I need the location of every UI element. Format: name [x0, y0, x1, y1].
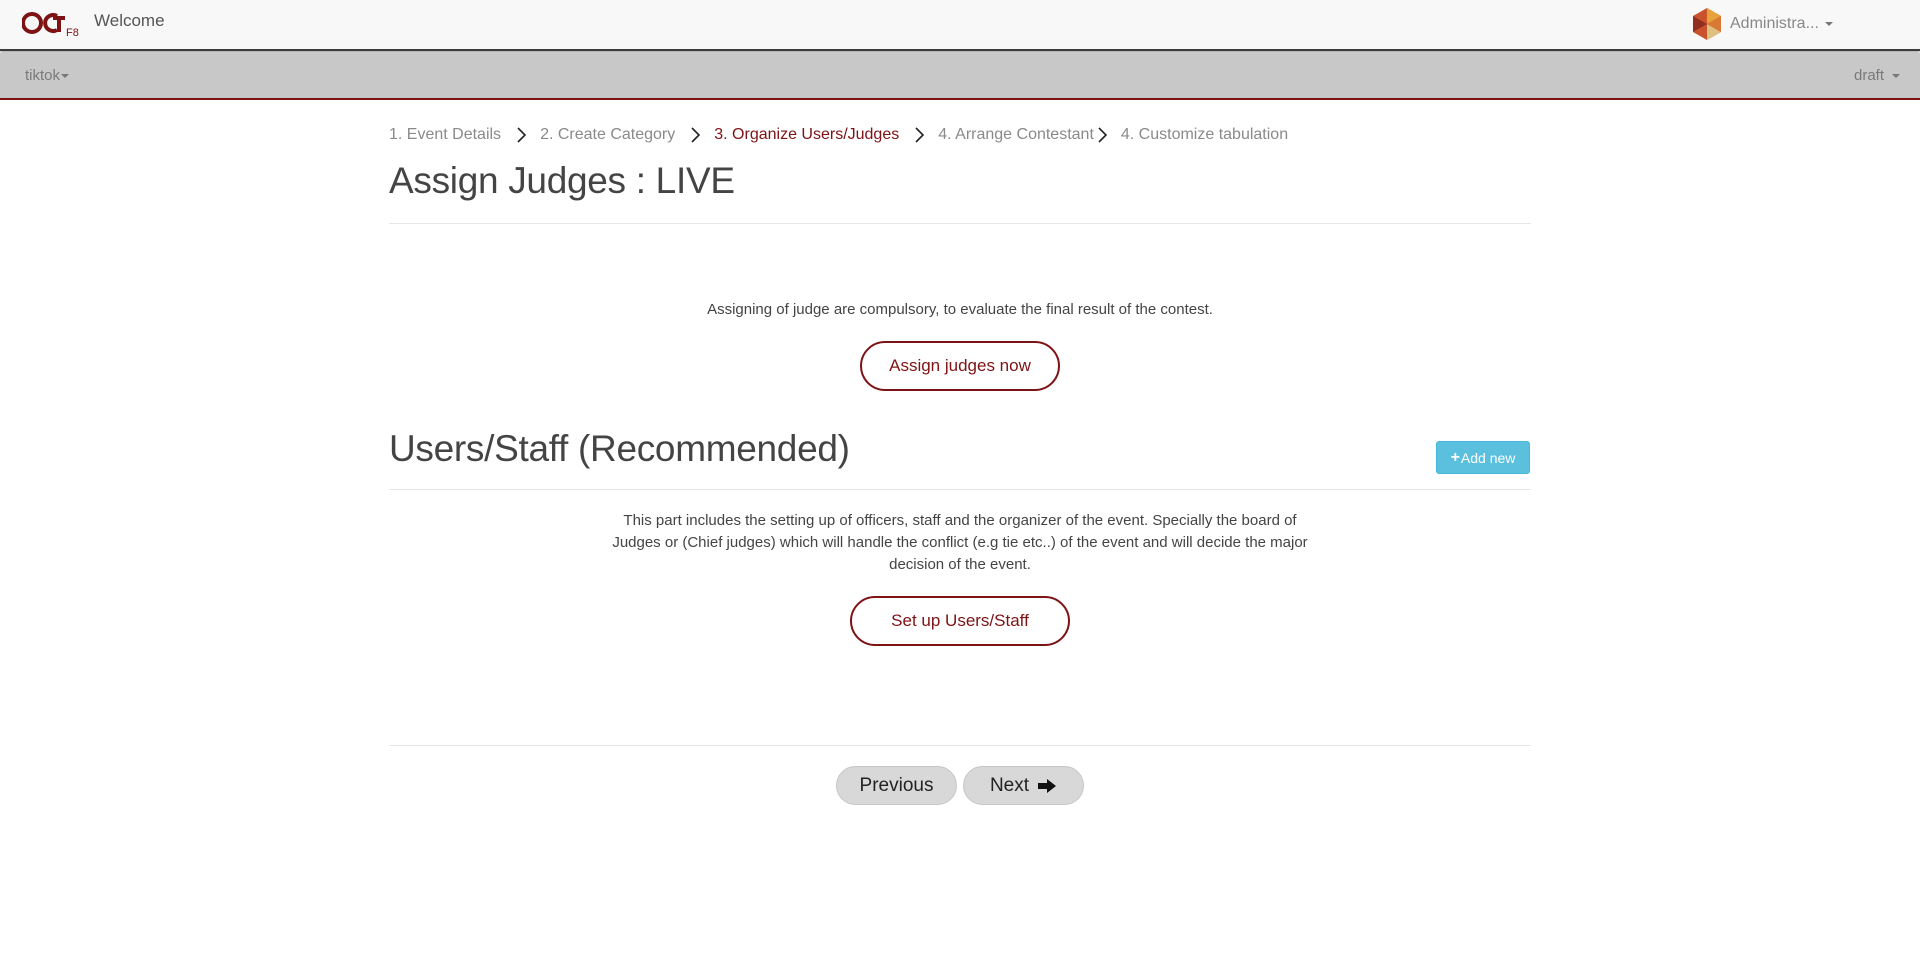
- wizard-step-arrange-contestant[interactable]: 4. Arrange Contestant: [938, 126, 1094, 144]
- user-name: Administra...: [1730, 15, 1819, 32]
- chevron-right-icon: [691, 127, 701, 143]
- previous-button[interactable]: Previous: [836, 766, 957, 805]
- welcome-link[interactable]: Welcome: [94, 11, 165, 31]
- avatar: [1693, 8, 1721, 40]
- divider: [389, 489, 1531, 490]
- event-dropdown[interactable]: tiktok: [25, 67, 70, 84]
- svg-text:F8: F8: [66, 27, 79, 38]
- status-dropdown[interactable]: draft: [1854, 67, 1900, 84]
- assign-judges-button[interactable]: Assign judges now: [860, 341, 1060, 391]
- chevron-right-icon: [517, 127, 527, 143]
- users-section-title: Users/Staff (Recommended): [389, 428, 850, 469]
- setup-users-button[interactable]: Set up Users/Staff: [850, 596, 1070, 646]
- add-new-label: Add new: [1460, 449, 1516, 466]
- divider: [389, 223, 1531, 224]
- chevron-down-icon: [1892, 74, 1900, 79]
- wizard-steps: 1. Event Details 2. Create Category 3. O…: [389, 124, 1288, 146]
- chevron-down-icon: [61, 74, 70, 79]
- add-new-button[interactable]: + Add new: [1436, 441, 1530, 474]
- wizard-step-customize-tabulation[interactable]: 4. Customize tabulation: [1121, 126, 1288, 144]
- plus-icon: +: [1450, 448, 1460, 466]
- judges-description: Assigning of judge are compulsory, to ev…: [707, 301, 1213, 318]
- next-button-label: Next: [989, 774, 1030, 796]
- chevron-down-icon: [1824, 22, 1833, 26]
- top-navbar: F8 Welcome Administra...: [0, 0, 1920, 51]
- event-dropdown-label: tiktok: [25, 67, 61, 84]
- arrow-right-icon: [1038, 778, 1057, 793]
- chevron-right-icon: [915, 127, 925, 143]
- app-logo[interactable]: F8: [22, 10, 80, 38]
- page-title: Assign Judges : LIVE: [389, 160, 735, 201]
- user-menu[interactable]: Administra...: [1690, 6, 1833, 42]
- wizard-step-event-details[interactable]: 1. Event Details: [389, 126, 501, 144]
- wizard-step-create-category[interactable]: 2. Create Category: [540, 126, 675, 144]
- users-description: This part includes the setting up of off…: [612, 512, 1308, 573]
- chevron-right-icon: [1098, 127, 1108, 143]
- divider: [389, 745, 1531, 746]
- wizard-step-organize-users[interactable]: 3. Organize Users/Judges: [714, 126, 899, 144]
- secondary-navbar: tiktok draft: [0, 53, 1920, 100]
- next-button[interactable]: Next: [963, 766, 1084, 805]
- status-dropdown-label: draft: [1853, 67, 1884, 84]
